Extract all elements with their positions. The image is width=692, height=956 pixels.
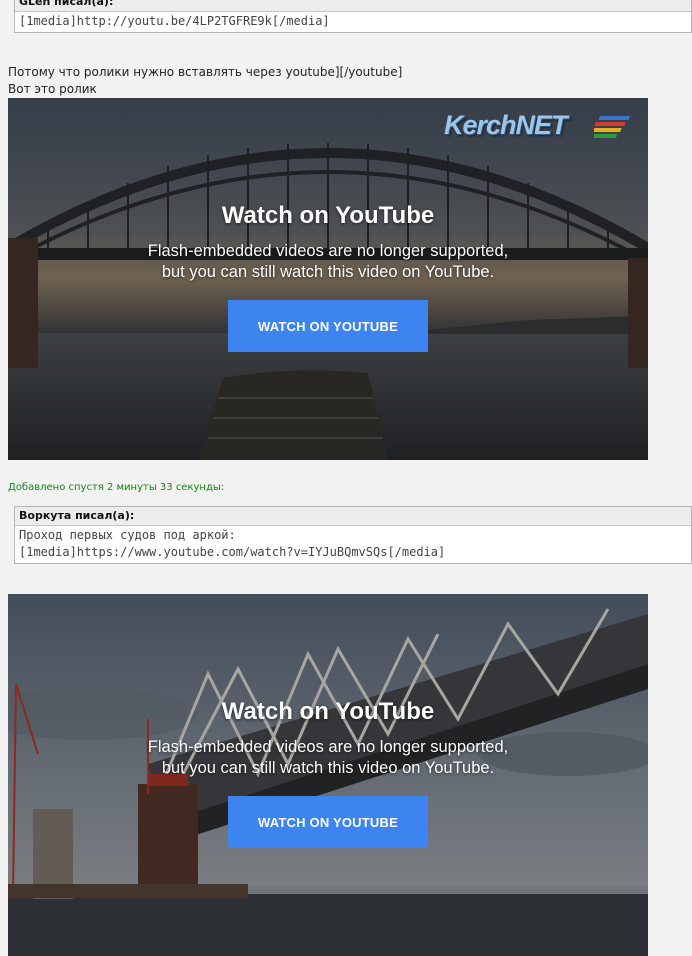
quote-author: GLen писал(а): [15, 0, 691, 12]
youtube-embed-1[interactable]: KerchNET Watch on YouTube Flash-embedded… [8, 98, 648, 460]
youtube-title: Watch on YouTube [221, 202, 435, 229]
quote-author: Воркута писал(а): [15, 507, 691, 526]
quote-block-glen: GLen писал(а): [1media]http://youtu.be/4… [14, 0, 692, 33]
quote-text: [1media]http://youtu.be/4LP2TGFRE9k[/med… [19, 14, 330, 28]
added-later-note: Добавлено спустя 2 минуты 33 секунды: [8, 482, 225, 493]
youtube-message: Flash-embedded videos are no longer supp… [8, 737, 648, 779]
watch-on-youtube-button[interactable]: WATCH ON YOUTUBE [228, 300, 428, 352]
quote-line-1: Проход первых судов под аркой: [19, 528, 236, 542]
watch-on-youtube-button[interactable]: WATCH ON YOUTUBE [228, 796, 428, 848]
youtube-embed-2[interactable]: Watch on YouTube Flash-embedded videos a… [8, 594, 648, 956]
post-line-2: Вот это ролик [8, 82, 97, 96]
quote-block-vorkuta: Воркута писал(а): Проход первых судов по… [14, 506, 692, 564]
message-line-1: Flash-embedded videos are no longer supp… [147, 242, 509, 260]
logo-stripes-icon [594, 116, 630, 138]
message-line-2: but you can still watch this video on Yo… [161, 759, 495, 777]
quote-text: Проход первых судов под аркой: [1media]h… [15, 526, 691, 563]
quote-line-2: [1media]https://www.youtube.com/watch?v=… [19, 545, 446, 559]
kerchnet-logo: KerchNET [444, 110, 634, 142]
youtube-title: Watch on YouTube [221, 698, 435, 725]
message-line-1: Flash-embedded videos are no longer supp… [147, 738, 509, 756]
message-line-2: but you can still watch this video on Yo… [161, 263, 495, 281]
post-line-1: Потому что ролики нужно вставлять через … [8, 65, 403, 79]
youtube-message: Flash-embedded videos are no longer supp… [8, 241, 648, 283]
logo-text: KerchNET [444, 110, 568, 140]
